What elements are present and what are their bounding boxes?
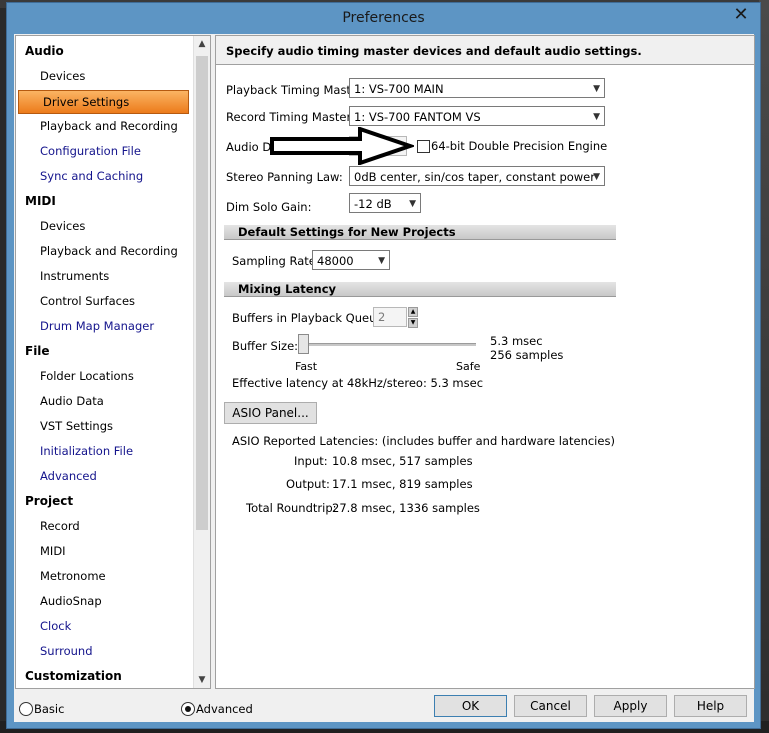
spin-up-icon[interactable]: ▲ — [408, 307, 418, 317]
panel-header: Specify audio timing master devices and … — [216, 36, 754, 65]
nav-item-project[interactable]: Project — [16, 490, 203, 512]
nav-item-customization[interactable]: Customization — [16, 665, 203, 687]
nav-item-record[interactable]: Record — [16, 515, 210, 537]
nav-item-driver-settings[interactable]: Driver Settings — [18, 90, 189, 114]
record-master-label: Record Timing Master: — [226, 110, 355, 124]
spin-down-icon[interactable]: ▼ — [408, 318, 418, 328]
nav-item-file[interactable]: File — [16, 340, 203, 362]
latency-section-title: Mixing Latency — [238, 282, 337, 296]
chevron-down-icon: ▼ — [593, 84, 600, 94]
nav-item-folder-locations[interactable]: Folder Locations — [16, 365, 210, 387]
double-precision-label[interactable]: 64-bit Double Precision Engine — [431, 139, 607, 153]
nav-item-audio-data[interactable]: Audio Data — [16, 390, 210, 412]
latency-section-header: Mixing Latency — [224, 282, 616, 297]
apply-button[interactable]: Apply — [594, 695, 667, 717]
nav-item-clock[interactable]: Clock — [16, 615, 210, 637]
output-latency-label: Output: — [286, 477, 330, 491]
panning-law-select[interactable]: 0dB center, sin/cos taper, constant powe… — [349, 166, 605, 186]
panning-law-value: 0dB center, sin/cos taper, constant powe… — [354, 170, 595, 184]
window-title: Preferences — [342, 10, 425, 26]
help-button[interactable]: Help — [674, 695, 747, 717]
sampling-rate-select[interactable]: 48000 ▼ — [312, 250, 390, 270]
scroll-down-icon[interactable]: ▼ — [194, 672, 210, 688]
nav-item-control-surfaces[interactable]: Control Surfaces — [16, 290, 210, 312]
nav-item-devices[interactable]: Devices — [16, 65, 210, 87]
defaults-section-header: Default Settings for New Projects — [224, 225, 616, 240]
dim-solo-value: -12 dB — [354, 197, 392, 211]
defaults-section-title: Default Settings for New Projects — [238, 225, 456, 239]
driver-settings-panel: Specify audio timing master devices and … — [215, 35, 755, 689]
chevron-down-icon: ▼ — [593, 112, 600, 122]
output-latency-value: 17.1 msec, 819 samples — [332, 477, 473, 491]
panel-header-text: Specify audio timing master devices and … — [226, 44, 642, 58]
buffers-label: Buffers in Playback Queue: — [232, 311, 388, 325]
input-latency-label: Input: — [294, 454, 328, 468]
basic-radio-label[interactable]: Basic — [34, 702, 64, 716]
nav-item-playback-and-recording[interactable]: Playback and Recording — [16, 115, 210, 137]
input-latency-value: 10.8 msec, 517 samples — [332, 454, 473, 468]
dialog-client: Audio Devices Driver Settings Playback and … — [14, 34, 755, 722]
nav-item-vst-settings[interactable]: VST Settings — [16, 415, 210, 437]
arrow-annotation-icon — [270, 127, 414, 165]
advanced-radio-label[interactable]: Advanced — [196, 702, 253, 716]
nav-item-devices[interactable]: Devices — [16, 215, 210, 237]
playback-master-label: Playback Timing Master: — [226, 83, 367, 97]
nav-scrollbar[interactable]: ▲ ▼ — [193, 36, 210, 688]
buffer-msec: 5.3 msec — [490, 334, 543, 348]
cancel-button[interactable]: Cancel — [514, 695, 587, 717]
nav-item-drum-map-manager[interactable]: Drum Map Manager — [16, 315, 210, 337]
nav-item-audiosnap[interactable]: AudioSnap — [16, 590, 210, 612]
preferences-nav-tree: Audio Devices Driver Settings Playback and … — [15, 35, 211, 689]
sampling-rate-label: Sampling Rate: — [232, 254, 320, 268]
nav-item-instruments[interactable]: Instruments — [16, 265, 210, 287]
close-icon[interactable]: ✕ — [728, 5, 754, 25]
playback-master-value: 1: VS-700 MAIN — [354, 82, 444, 96]
double-precision-checkbox[interactable] — [417, 140, 430, 153]
nav-item-advanced[interactable]: Advanced — [16, 465, 210, 487]
buffers-spinner[interactable]: ▲ ▼ — [408, 307, 418, 328]
ok-button[interactable]: OK — [434, 695, 507, 717]
nav-item-sync-and-caching[interactable]: Sync and Caching — [16, 165, 210, 187]
advanced-radio[interactable] — [181, 702, 195, 716]
dim-solo-select[interactable]: -12 dB ▼ — [349, 193, 421, 213]
effective-latency-text: Effective latency at 48kHz/stereo: 5.3 m… — [232, 376, 484, 390]
asio-panel-button[interactable]: ASIO Panel... — [224, 402, 317, 424]
nav-item-configuration-file[interactable]: Configuration File — [16, 140, 210, 162]
chevron-down-icon: ▼ — [409, 199, 416, 209]
roundtrip-label: Total Roundtrip: — [246, 501, 337, 515]
buffer-size-label: Buffer Size: — [232, 339, 299, 353]
basic-radio[interactable] — [19, 702, 33, 716]
record-master-value: 1: VS-700 FANTOM VS — [354, 110, 481, 124]
roundtrip-value: 27.8 msec, 1336 samples — [332, 501, 480, 515]
buffer-size-slider-thumb[interactable] — [298, 334, 309, 354]
nav-item-audio[interactable]: Audio — [16, 40, 203, 62]
buffers-field[interactable]: 2 — [373, 307, 407, 327]
slider-safe-label: Safe — [456, 360, 481, 373]
title-bar[interactable]: Preferences ✕ — [7, 3, 760, 35]
dim-solo-label: Dim Solo Gain: — [226, 200, 312, 214]
nav-item-metronome[interactable]: Metronome — [16, 565, 210, 587]
playback-master-select[interactable]: 1: VS-700 MAIN ▼ — [349, 78, 605, 98]
scrollbar-thumb[interactable] — [196, 56, 208, 530]
chevron-down-icon: ▼ — [593, 172, 600, 182]
chevron-down-icon: ▼ — [378, 256, 385, 266]
nav-item-midi[interactable]: MIDI — [16, 540, 210, 562]
nav-item-surround[interactable]: Surround — [16, 640, 210, 662]
buffer-samples: 256 samples — [490, 348, 564, 362]
nav-item-midi[interactable]: MIDI — [16, 190, 203, 212]
sampling-rate-value: 48000 — [317, 254, 354, 268]
nav-item-initialization-file[interactable]: Initialization File — [16, 440, 210, 462]
buffer-size-track[interactable] — [298, 343, 476, 346]
preferences-dialog: Preferences ✕ Audio Devices Driver Setting… — [6, 2, 761, 729]
panning-law-label: Stereo Panning Law: — [226, 170, 343, 184]
record-master-select[interactable]: 1: VS-700 FANTOM VS ▼ — [349, 106, 605, 126]
scroll-up-icon[interactable]: ▲ — [194, 36, 210, 52]
slider-fast-label: Fast — [295, 360, 318, 373]
nav-item-playback-and-recording[interactable]: Playback and Recording — [16, 240, 210, 262]
asio-reported-text: ASIO Reported Latencies: (includes buffe… — [232, 434, 615, 448]
